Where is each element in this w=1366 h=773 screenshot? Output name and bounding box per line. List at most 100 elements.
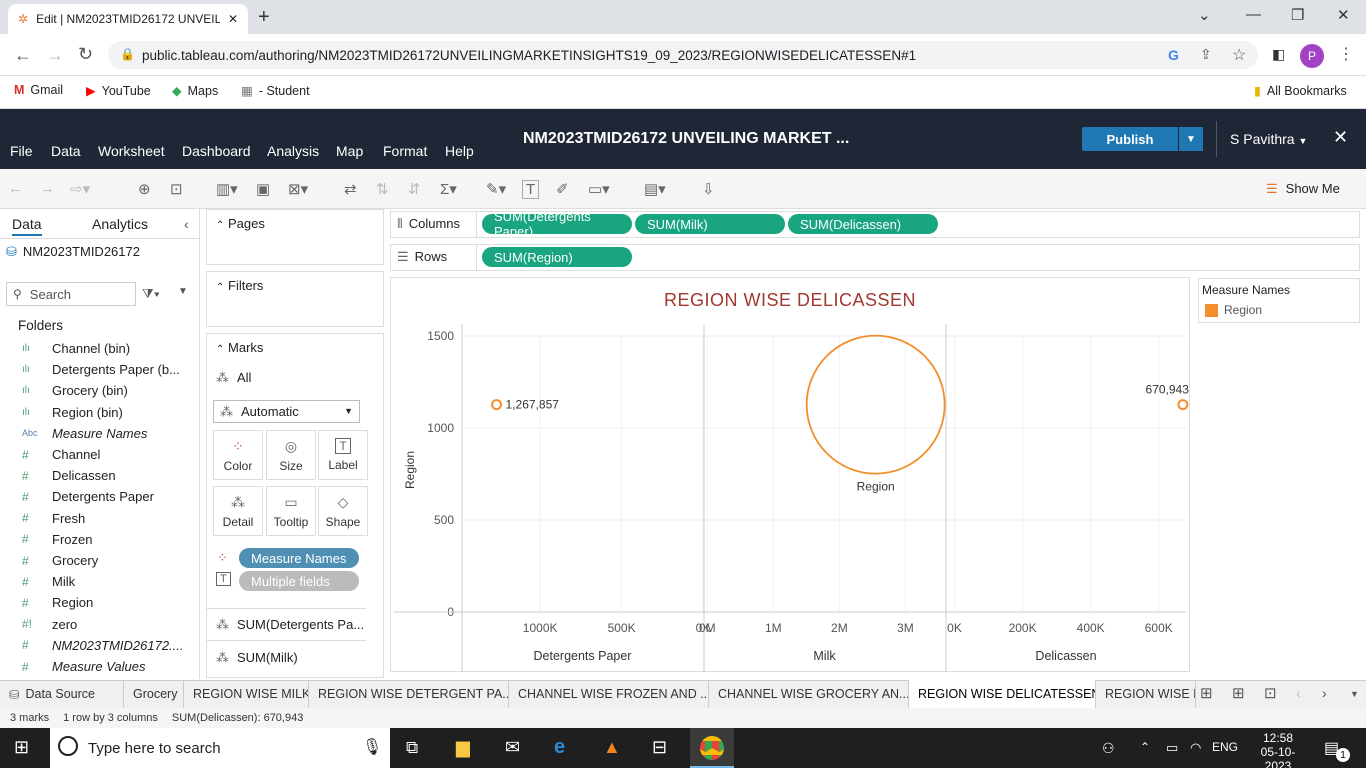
menu-help[interactable]: Help <box>445 143 474 159</box>
field-item[interactable]: # Channel <box>22 444 100 465</box>
share-icon[interactable]: ⇪ <box>1200 46 1212 63</box>
reload-icon[interactable]: ↻ <box>78 44 93 65</box>
new-worksheet-icon[interactable]: ▥▾ <box>216 180 238 198</box>
collapse-pane-icon[interactable]: ‹ <box>184 216 189 232</box>
wifi-icon[interactable]: ◠ <box>1190 740 1201 756</box>
download-icon[interactable]: ⇩ <box>702 180 715 198</box>
tab-region-wise-delicatessen[interactable]: REGION WISE DELICATESSEN <box>909 680 1096 708</box>
edge-icon[interactable]: e <box>554 736 565 759</box>
datasource-item[interactable]: ⛁ NM2023TMID26172 <box>6 244 140 260</box>
menu-data[interactable]: Data <box>51 143 81 159</box>
bookmark-youtube[interactable]: ▶ YouTube <box>86 83 151 99</box>
show-labels-icon[interactable]: T <box>522 180 540 199</box>
url-field[interactable]: 🔒 public.tableau.com/authoring/NM2023TMI… <box>108 41 1258 69</box>
row-pill-region[interactable]: SUM(Region) <box>482 247 632 267</box>
language-indicator[interactable]: ENG <box>1212 740 1238 754</box>
label-button[interactable]: T Label <box>318 430 368 480</box>
menu-analysis[interactable]: Analysis <box>267 143 319 159</box>
task-view-icon[interactable]: ⧉ <box>406 738 418 758</box>
close-window-icon[interactable]: ✕ <box>1337 6 1350 24</box>
field-item[interactable]: #! zero <box>22 614 77 635</box>
tab-region-wise-d[interactable]: REGION WISE D <box>1096 680 1196 708</box>
tab-region-wise-detergent[interactable]: REGION WISE DETERGENT PA... <box>309 680 509 708</box>
tab-region-wise-milk[interactable]: REGION WISE MILK <box>184 680 309 708</box>
menu-file[interactable]: File <box>10 143 33 159</box>
marks-detergents-section[interactable]: ⁂ SUM(Detergents Pa... <box>216 617 364 633</box>
shape-button[interactable]: ◇ Shape <box>318 486 368 536</box>
field-item[interactable]: ılı Channel (bin) <box>22 338 130 359</box>
windows-start-icon[interactable]: ⊞ <box>14 737 29 758</box>
menu-format[interactable]: Format <box>383 143 427 159</box>
replay-icon[interactable]: ⇨▾ <box>70 180 90 198</box>
sort-desc-icon[interactable]: ⇵ <box>408 180 421 198</box>
sidepanel-icon[interactable]: ◧ <box>1272 46 1285 63</box>
new-story-icon[interactable]: ⊡ <box>1264 684 1277 702</box>
field-item[interactable]: Abc Measure Names <box>22 423 147 444</box>
mail-icon[interactable]: ✉ <box>505 737 520 758</box>
tab-grocery[interactable]: Grocery <box>124 680 184 708</box>
pause-updates-icon[interactable]: ⊡ <box>170 180 183 198</box>
column-pill-milk[interactable]: SUM(Milk) <box>635 214 785 234</box>
duplicate-icon[interactable]: ▣ <box>256 180 270 198</box>
all-bookmarks[interactable]: ▮ All Bookmarks <box>1254 83 1347 99</box>
measure-names-pill[interactable]: Measure Names <box>239 548 359 568</box>
highlight-icon[interactable]: ✎▾ <box>486 180 506 198</box>
taskbar-search-input[interactable]: Type here to search 🎙 <box>50 728 390 768</box>
show-me-button[interactable]: ☰ Show Me <box>1266 181 1340 197</box>
people-icon[interactable]: ⚇ <box>1102 740 1115 757</box>
close-editor-icon[interactable]: ✕ <box>1333 127 1348 148</box>
new-worksheet-icon[interactable]: ⊞ <box>1200 684 1213 702</box>
fit-icon[interactable]: ▭▾ <box>588 180 610 198</box>
field-item[interactable]: # NM2023TMID26172.... <box>22 635 184 656</box>
field-item[interactable]: # Frozen <box>22 529 92 550</box>
publish-dropdown-icon[interactable]: ▼ <box>1179 127 1203 151</box>
tab-analytics[interactable]: Analytics <box>92 216 148 232</box>
workbook-title[interactable]: NM2023TMID26172 UNVEILING MARKET ... <box>523 130 849 148</box>
tab-channel-wise-frozen[interactable]: CHANNEL WISE FROZEN AND ... <box>509 680 709 708</box>
redo-icon[interactable]: → <box>40 180 55 197</box>
store-icon[interactable]: ⊟ <box>652 737 667 758</box>
tray-chevron-icon[interactable]: ⌃ <box>1140 740 1150 754</box>
minimize-icon[interactable]: — <box>1246 6 1261 23</box>
search-input[interactable]: ⚲ Search <box>6 282 136 306</box>
pane-menu-icon[interactable]: ▼ <box>178 286 188 297</box>
new-tab-icon[interactable]: + <box>258 6 270 29</box>
sort-asc-icon[interactable]: ⇅ <box>376 180 389 198</box>
totals-icon[interactable]: Σ▾ <box>440 180 457 198</box>
bookmark-maps[interactable]: ◆ Maps <box>172 83 218 99</box>
column-pill-detergents[interactable]: SUM(Detergents Paper) <box>482 209 632 239</box>
browser-tab[interactable]: ✲ Edit | NM2023TMID26172 UNVEIL ✕ <box>8 4 248 34</box>
back-icon[interactable]: ← <box>14 45 32 66</box>
menu-dashboard[interactable]: Dashboard <box>182 143 251 159</box>
menu-worksheet[interactable]: Worksheet <box>98 143 165 159</box>
field-item[interactable]: # Grocery <box>22 550 98 571</box>
field-item[interactable]: # Delicassen <box>22 465 116 486</box>
bookmark-gmail[interactable]: M Gmail <box>14 83 63 97</box>
tab-data[interactable]: Data <box>12 216 42 236</box>
vlc-icon[interactable]: ▲ <box>603 737 621 758</box>
presentation-icon[interactable]: ▤▾ <box>644 180 666 198</box>
microphone-icon[interactable]: 🎙 <box>362 737 382 757</box>
field-item[interactable]: ılı Grocery (bin) <box>22 380 128 401</box>
marks-milk-section[interactable]: ⁂ SUM(Milk) <box>216 650 298 666</box>
clock[interactable]: 12:58 05-10-2023 <box>1250 731 1306 773</box>
clear-sheet-icon[interactable]: ⊠▾ <box>288 180 308 198</box>
multiple-fields-pill[interactable]: Multiple fields <box>239 571 359 591</box>
field-item[interactable]: # Measure Values <box>22 656 145 677</box>
close-tab-icon[interactable]: ✕ <box>228 12 238 26</box>
forward-icon[interactable]: → <box>46 45 64 66</box>
profile-avatar[interactable]: P <box>1300 44 1324 68</box>
marks-all[interactable]: ⁂ All <box>216 370 251 386</box>
tab-channel-wise-grocery[interactable]: CHANNEL WISE GROCERY AN... <box>709 680 909 708</box>
field-item[interactable]: ılı Region (bin) <box>22 402 123 423</box>
publish-button[interactable]: Publish <box>1082 127 1178 151</box>
new-dashboard-icon[interactable]: ⊞ <box>1232 684 1245 702</box>
file-explorer-icon[interactable]: ▆ <box>456 737 470 758</box>
bookmark-star-icon[interactable]: ☆ <box>1232 45 1246 65</box>
mark-type-select[interactable]: ⁂ Automatic ▼ <box>213 400 360 423</box>
tab-data-source[interactable]: ⛁ Data Source <box>0 680 124 708</box>
tabs-menu-icon[interactable]: ▼ <box>1350 689 1359 699</box>
google-icon[interactable]: G <box>1168 47 1179 63</box>
tooltip-button[interactable]: ▭ Tooltip <box>266 486 316 536</box>
new-datasource-icon[interactable]: ⊕ <box>138 180 151 198</box>
